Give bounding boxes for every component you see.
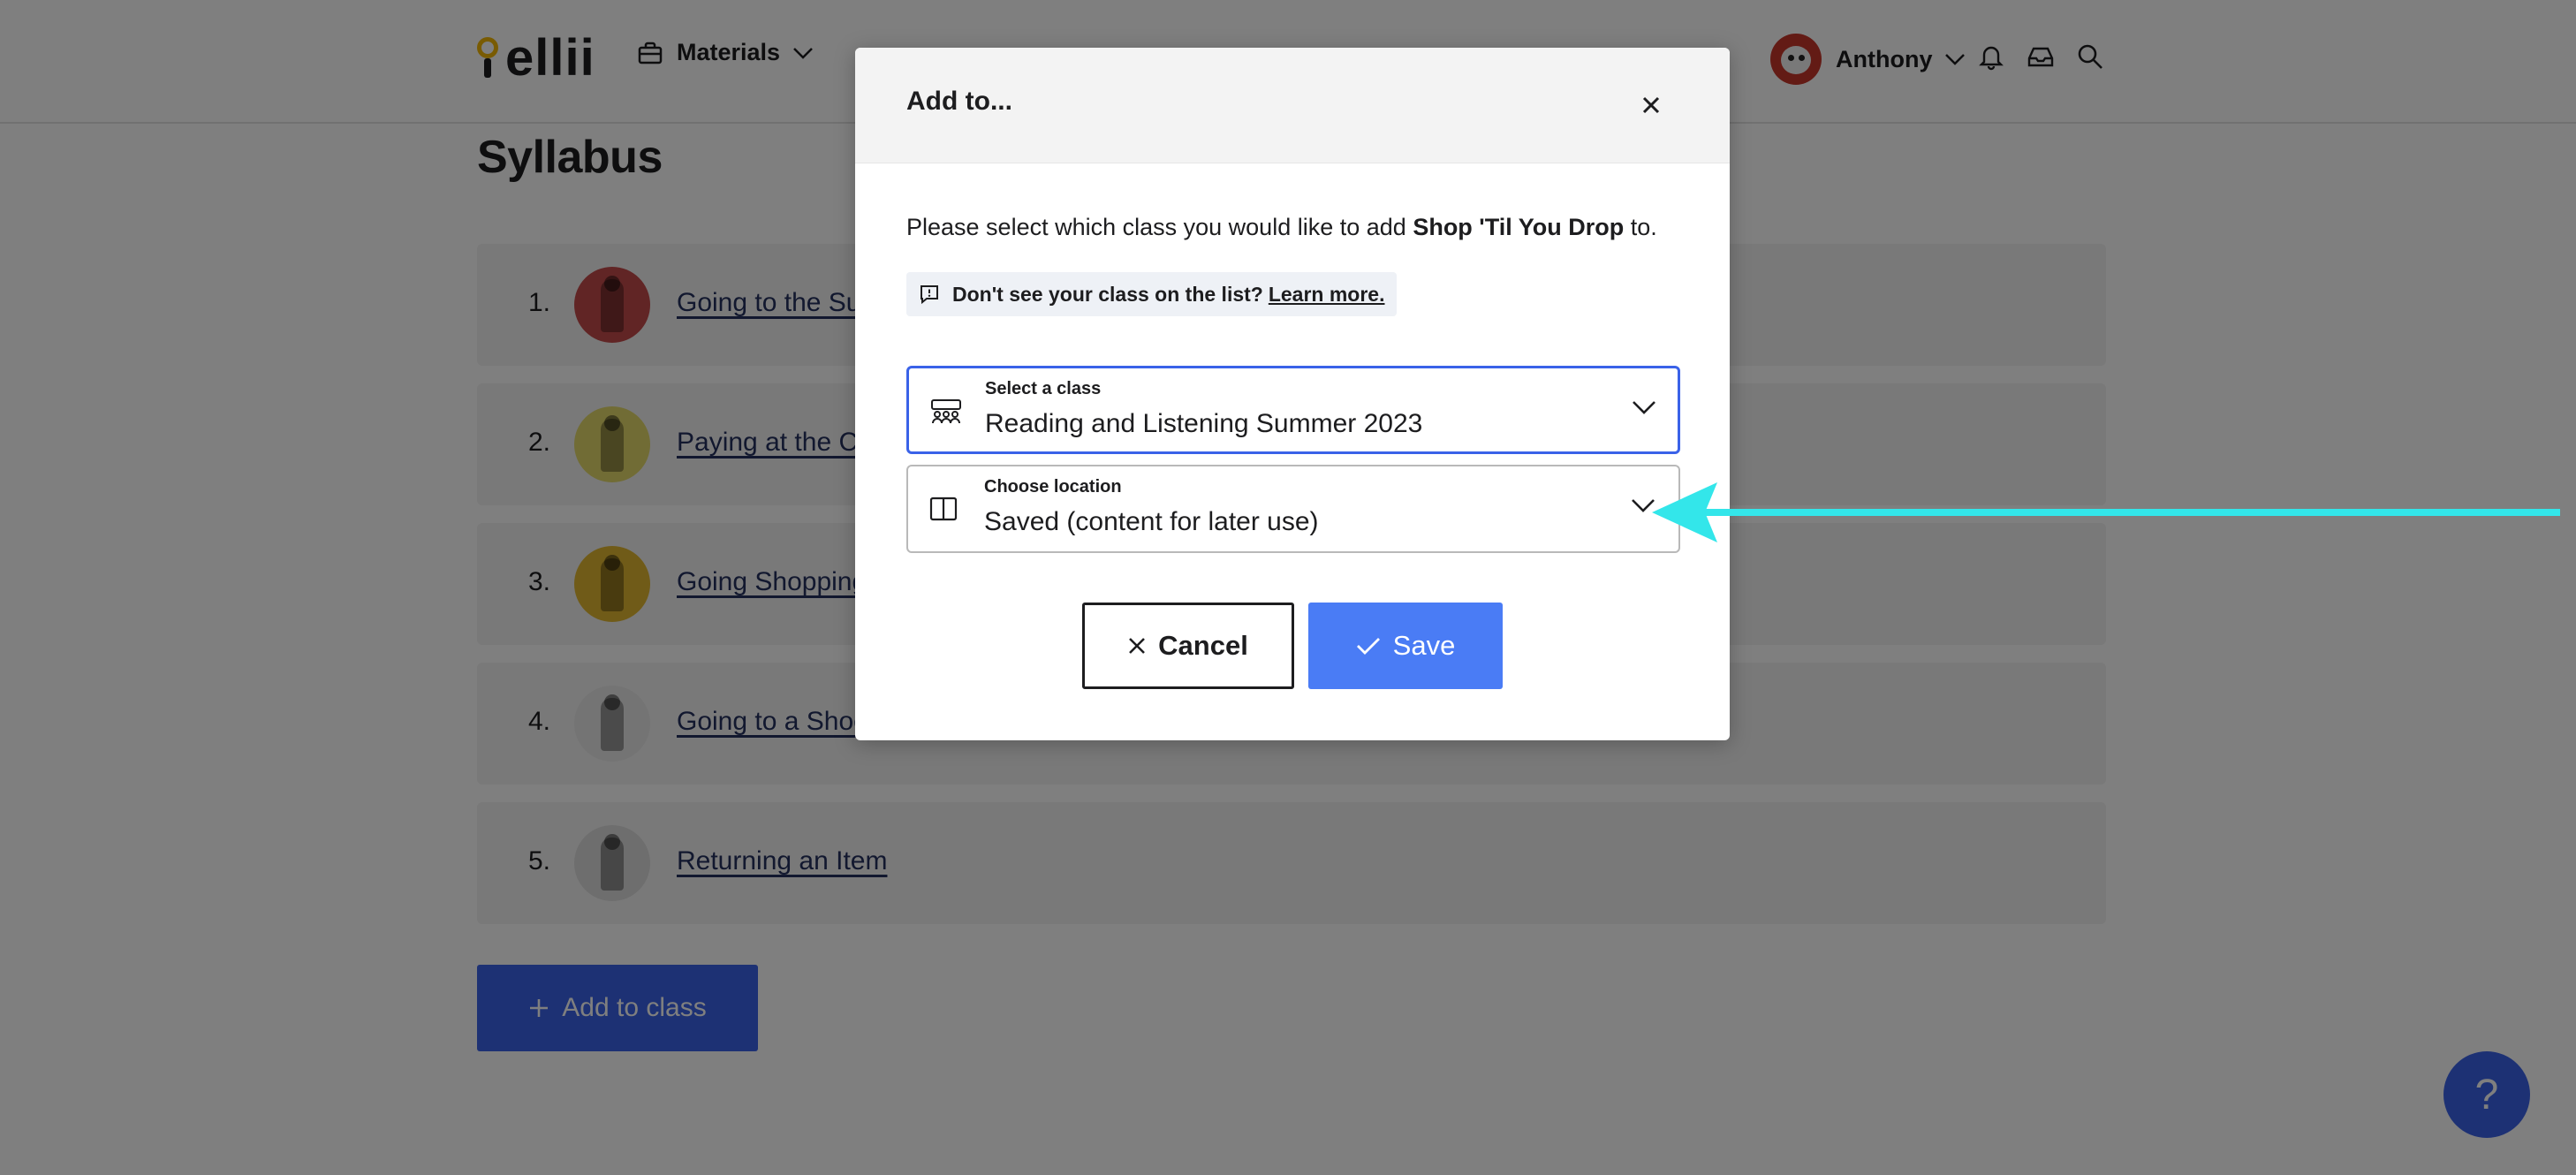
location-select-value: Saved (content for later use)	[984, 507, 1319, 536]
close-icon	[1129, 638, 1146, 654]
location-select[interactable]: Choose location Saved (content for later…	[906, 465, 1680, 553]
check-icon	[1356, 638, 1380, 655]
learn-more-link[interactable]: Learn more.	[1269, 283, 1385, 307]
annotation-arrow-icon	[1652, 482, 2560, 542]
class-select[interactable]: Select a class Reading and Listening Sum…	[906, 366, 1680, 454]
classroom-icon	[931, 399, 961, 424]
chevron-down-icon	[1633, 401, 1655, 414]
add-to-dialog: Add to... Please select which class you …	[855, 48, 1730, 740]
prompt-prefix: Please select which class you would like…	[906, 214, 1413, 240]
dialog-header: Add to...	[855, 48, 1730, 163]
class-notice: Don't see your class on the list? Learn …	[906, 272, 1398, 316]
message-alert-icon	[921, 285, 938, 305]
save-label: Save	[1392, 630, 1456, 661]
class-select-value: Reading and Listening Summer 2023	[985, 409, 1423, 438]
dialog-title: Add to...	[906, 87, 1012, 116]
prompt-suffix: to.	[1624, 214, 1657, 240]
close-icon	[1642, 96, 1660, 114]
cancel-button[interactable]: Cancel	[1082, 603, 1294, 689]
columns-icon	[929, 497, 958, 521]
dialog-actions: Cancel Save	[855, 603, 1730, 689]
material-name: Shop 'Til You Drop	[1413, 214, 1625, 240]
dialog-prompt: Please select which class you would like…	[906, 214, 1657, 241]
notice-text: Don't see your class on the list?	[952, 282, 1263, 306]
location-select-label: Choose location	[984, 477, 1122, 497]
close-button[interactable]	[1629, 83, 1673, 127]
save-button[interactable]: Save	[1308, 603, 1503, 689]
class-select-label: Select a class	[985, 379, 1102, 398]
cancel-label: Cancel	[1158, 630, 1248, 661]
